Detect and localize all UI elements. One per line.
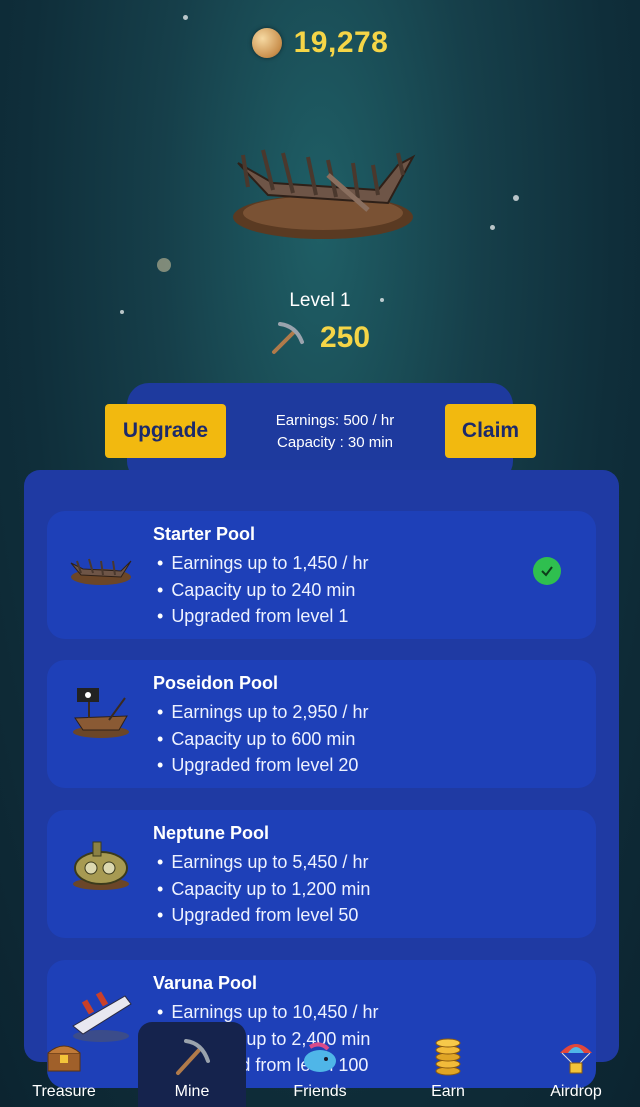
pool-card-neptune[interactable]: Neptune Pool Earnings up to 5,450 / hr C… <box>47 810 596 938</box>
pool-title: Varuna Pool <box>153 973 258 993</box>
earnings-info: Earnings: 500 / hr Capacity : 30 min <box>230 410 440 454</box>
pool-card-poseidon[interactable]: Poseidon Pool Earnings up to 2,950 / hr … <box>47 660 596 788</box>
submarine-icon <box>73 841 129 890</box>
coin-stack-icon <box>435 1038 461 1076</box>
nav-label: Mine <box>174 1083 210 1100</box>
sparkle <box>183 15 188 20</box>
sparkle <box>513 195 519 201</box>
nav-label: Treasure <box>32 1083 96 1100</box>
pickaxe-icon <box>176 1039 210 1075</box>
capacity-text: Capacity : 30 min <box>277 434 393 451</box>
coin-icon <box>251 28 282 58</box>
pirate-ship-icon <box>73 688 129 738</box>
upgrade-button[interactable]: Upgrade <box>105 404 226 458</box>
level-label: Level 1 <box>289 290 351 311</box>
sparkle <box>490 225 495 230</box>
shipwreck-icon <box>70 558 132 585</box>
nav-treasure[interactable]: Treasure <box>10 1028 118 1107</box>
nav-label: Airdrop <box>550 1083 602 1100</box>
pool-details: Earnings up to 2,950 / hr Capacity up to… <box>157 699 368 779</box>
sparkle <box>157 258 171 272</box>
nav-mine[interactable]: Mine <box>138 1022 246 1107</box>
coin-balance-value: 19,278 <box>293 26 389 59</box>
nav-label: Friends <box>293 1083 347 1100</box>
pool-details: Earnings up to 5,450 / hr Capacity up to… <box>157 849 370 929</box>
claim-button[interactable]: Claim <box>445 404 536 458</box>
shipwreck-icon <box>233 149 416 239</box>
pool-title: Neptune Pool <box>153 823 269 843</box>
pool-capacity: Capacity up to 600 min <box>157 726 368 753</box>
pool-title: Poseidon Pool <box>153 673 279 693</box>
pickaxe-row: 250 <box>0 320 640 356</box>
nav-friends[interactable]: Friends <box>266 1028 374 1107</box>
nav-airdrop[interactable]: Airdrop <box>522 1028 630 1107</box>
pool-title: Starter Pool <box>153 524 256 544</box>
coin-balance: 19,278 <box>0 26 640 60</box>
pool-details: Earnings up to 1,450 / hr Capacity up to… <box>157 550 368 630</box>
pool-card-starter[interactable]: Starter Pool Earnings up to 1,450 / hr C… <box>47 511 596 639</box>
bottom-nav: Treasure Mine Friends Earn Airdrop <box>0 1022 640 1107</box>
pool-requirement: Upgraded from level 20 <box>157 752 368 779</box>
pool-earnings: Earnings up to 1,450 / hr <box>157 550 368 577</box>
nav-label: Earn <box>431 1083 465 1100</box>
check-icon <box>533 557 561 585</box>
parachute-icon <box>560 1044 592 1074</box>
pool-capacity: Capacity up to 240 min <box>157 577 368 604</box>
pickaxe-icon <box>271 322 304 354</box>
treasure-chest-icon <box>47 1045 81 1072</box>
pool-earnings: Earnings up to 2,950 / hr <box>157 699 368 726</box>
pool-requirement: Upgraded from level 1 <box>157 603 368 630</box>
earnings-text: Earnings: 500 / hr <box>275 412 395 429</box>
pool-earnings: Earnings up to 5,450 / hr <box>157 849 370 876</box>
pickaxe-value: 250 <box>319 321 371 354</box>
whale-icon <box>304 1042 336 1072</box>
pool-requirement: Upgraded from level 50 <box>157 902 370 929</box>
nav-earn[interactable]: Earn <box>394 1028 502 1107</box>
pool-capacity: Capacity up to 1,200 min <box>157 876 370 903</box>
